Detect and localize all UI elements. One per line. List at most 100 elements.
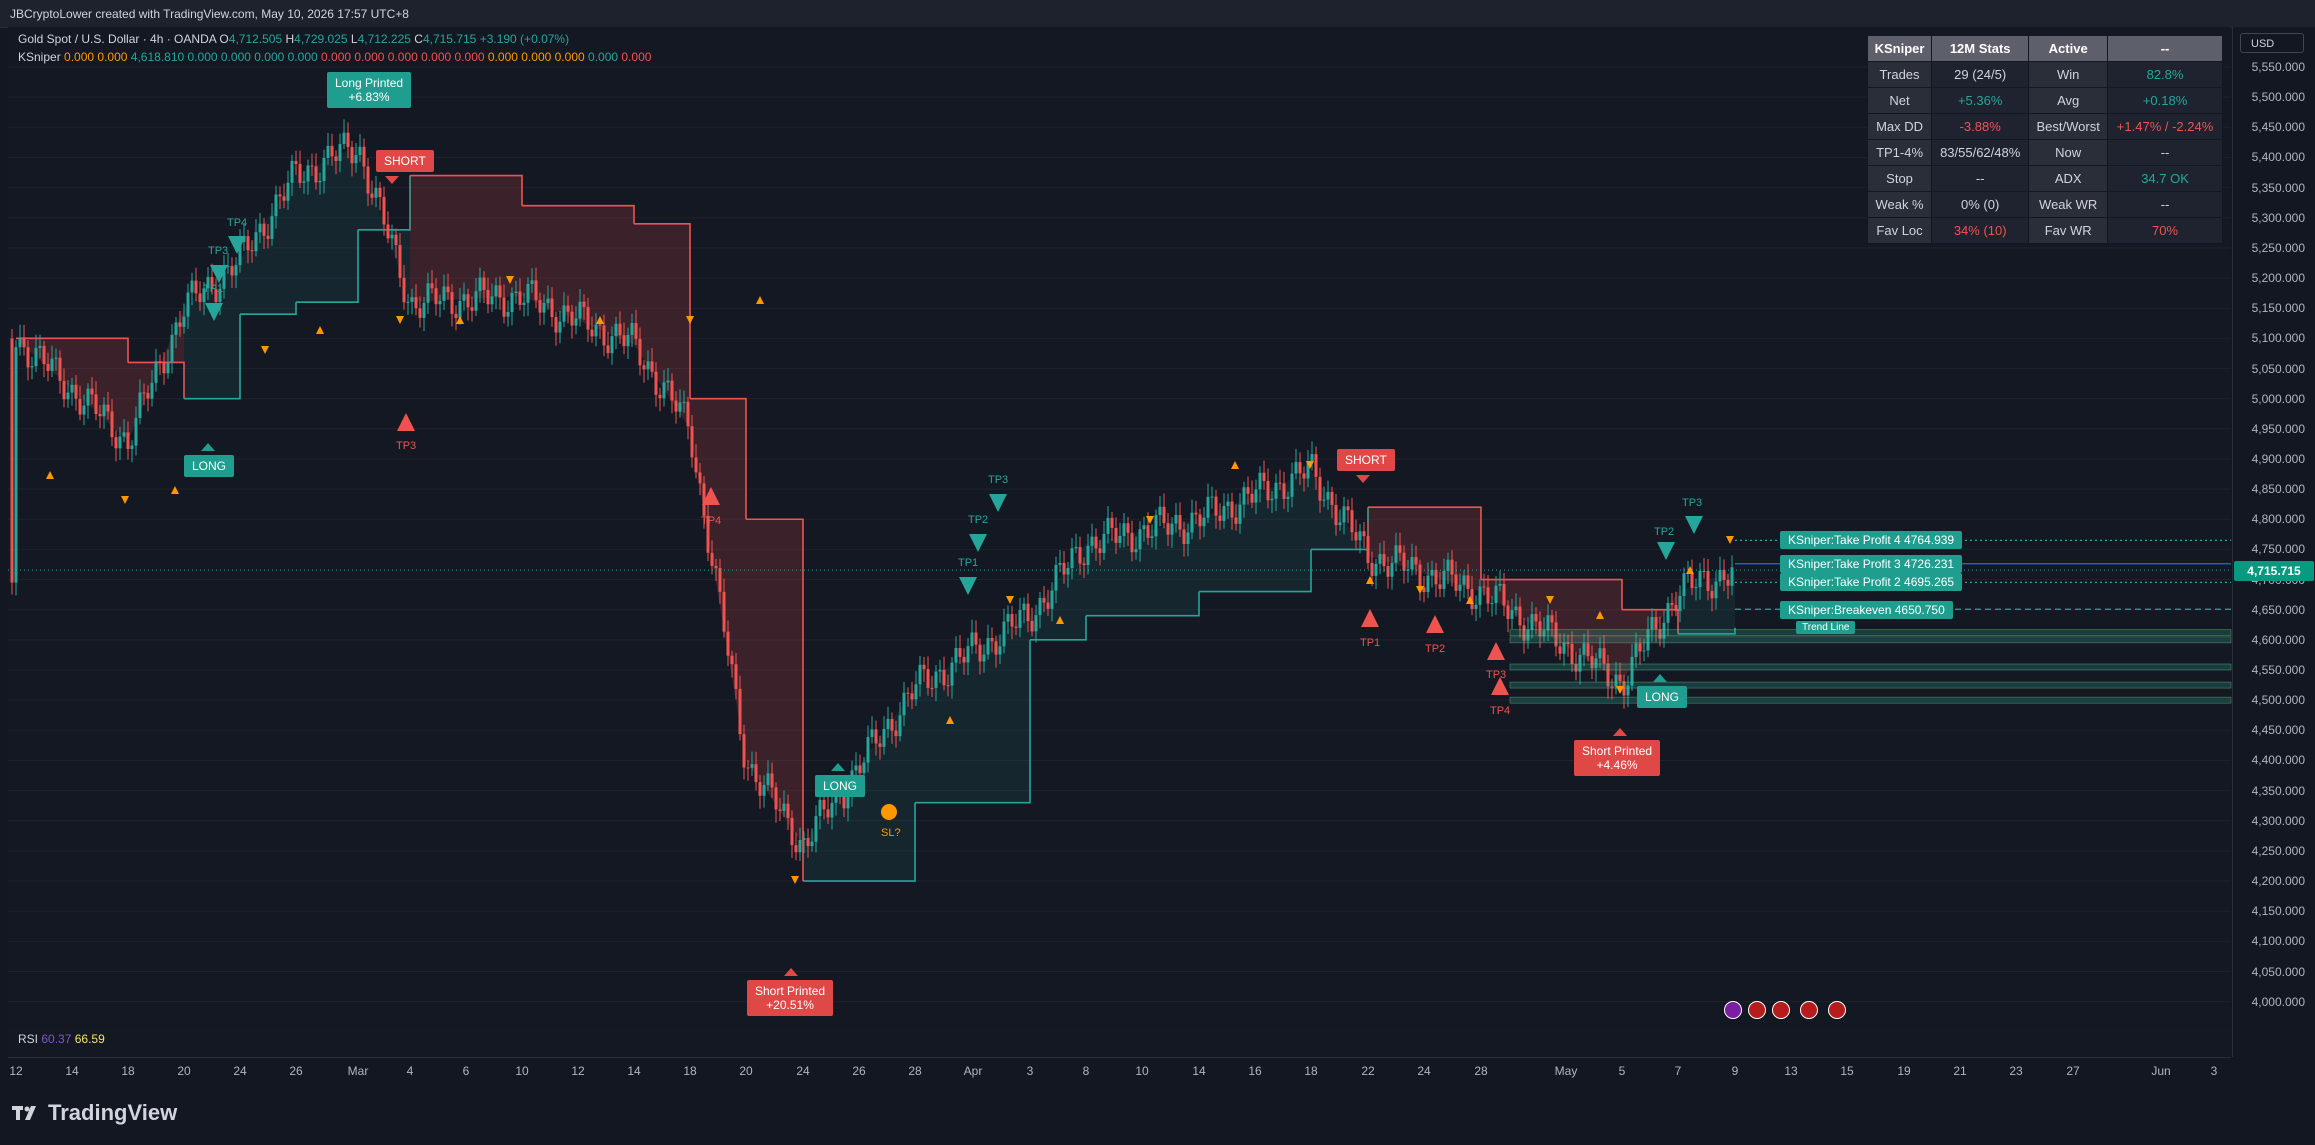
ohlc-value: 4,712.505 [228, 32, 283, 46]
candle-body [26, 347, 30, 368]
candle-body [494, 285, 498, 297]
candle-body [1514, 606, 1518, 611]
candle-body [1486, 587, 1490, 604]
rsi-label: RSI [18, 1032, 39, 1046]
candle-body [966, 646, 970, 663]
candle-body [50, 358, 54, 371]
candle-body [450, 292, 454, 314]
candle-body [142, 392, 146, 394]
candle-body [422, 302, 426, 318]
candle-body [1262, 472, 1266, 482]
candle-body [1174, 515, 1178, 524]
stats-cell: 83/55/62/48% [1931, 139, 2030, 166]
time-tick: 12 [571, 1064, 585, 1078]
stats-row: Weak % 0% (0) Weak WR -- [1866, 191, 2223, 218]
candle-body [1394, 545, 1398, 563]
candle-body [982, 654, 986, 662]
candle-body [1558, 646, 1562, 654]
us-flag-event-icon[interactable] [1828, 1001, 1846, 1019]
stats-cell: -- [2107, 191, 2223, 218]
candle-body [318, 181, 322, 183]
stats-cell: Trades [1866, 61, 1933, 88]
candle-body [1286, 496, 1290, 499]
price-tick: 5,350.000 [2251, 180, 2305, 195]
candle-body [1454, 574, 1458, 591]
candle-body [1062, 562, 1066, 575]
candle-body [830, 802, 834, 818]
candle-body [390, 234, 394, 239]
candle-body [1302, 473, 1306, 479]
price-tick: 4,800.000 [2251, 512, 2305, 527]
candle-body [1674, 604, 1678, 612]
candle-body [886, 718, 890, 729]
symbol-legend[interactable]: Gold Spot / U.S. Dollar · 4h · OANDA O4,… [18, 32, 569, 46]
candle-body [386, 224, 390, 239]
candle-body [90, 388, 94, 395]
candle-body [342, 132, 346, 145]
candle-body [1070, 548, 1074, 569]
tradingview-logo[interactable]: TradingView [12, 1100, 177, 1126]
time-tick: 23 [2009, 1064, 2023, 1078]
candle-body [646, 361, 650, 370]
candle-body [1442, 570, 1446, 589]
candle-body [878, 743, 882, 747]
candle-body [1694, 587, 1698, 589]
lightning-event-icon[interactable] [1724, 1001, 1742, 1019]
us-flag-event-icon[interactable] [1800, 1001, 1818, 1019]
time-tick: 12 [9, 1064, 23, 1078]
time-tick: 18 [121, 1064, 135, 1078]
candle-body [926, 669, 930, 688]
candle-body [1370, 562, 1374, 576]
candle-body [1386, 566, 1390, 577]
candle-body [1082, 563, 1086, 566]
candle-body [810, 841, 814, 847]
candle-body [506, 312, 510, 317]
support-zone [1509, 636, 2232, 644]
stats-row: Fav Loc 34% (10) Fav WR 70% [1866, 217, 2223, 244]
candle-body [914, 684, 918, 700]
stats-cell: 34% (10) [1931, 217, 2030, 244]
signal-dot-marker [316, 326, 324, 334]
candle-body [1402, 552, 1406, 571]
candle-body [278, 194, 282, 197]
candle-body [502, 297, 506, 317]
rsi-legend[interactable]: RSI 60.37 66.59 [18, 1032, 105, 1046]
candle-body [726, 631, 730, 656]
candle-body [1166, 523, 1170, 535]
candle-body [546, 298, 550, 304]
price-tick: 5,100.000 [2251, 331, 2305, 346]
tp2-label-apr: TP2 [968, 514, 989, 526]
tradingview-logo-icon [12, 1106, 36, 1120]
candle-body [1066, 568, 1070, 575]
candle-body [466, 294, 470, 308]
price-tick: 4,400.000 [2251, 753, 2305, 768]
candle-body [786, 803, 790, 818]
candle-body [1446, 559, 1450, 571]
candle-body [806, 838, 810, 847]
signal-dot-marker [791, 876, 799, 884]
candle-body [378, 187, 382, 197]
us-flag-event-icon[interactable] [1748, 1001, 1766, 1019]
candle-body [842, 796, 846, 809]
currency-button[interactable]: USD [2240, 33, 2304, 53]
candle-body [658, 394, 662, 399]
candle-body [770, 773, 774, 788]
candle-body [562, 305, 566, 322]
tp3-label-may: TP3 [1682, 497, 1703, 509]
candle-body [798, 839, 802, 853]
indicator-legend[interactable]: KSniper 0.000 0.000 4,618.810 0.000 0.00… [18, 50, 651, 64]
time-tick: 24 [796, 1064, 810, 1078]
us-flag-event-icon[interactable] [1772, 1001, 1790, 1019]
stats-row: Net +5.36% Avg +0.18% [1866, 87, 2223, 114]
candle-body [1434, 570, 1438, 585]
ohlc-value: 4,729.025 [294, 32, 348, 46]
candle-body [270, 216, 274, 239]
candle-body [126, 432, 130, 449]
time-tick: 24 [233, 1064, 247, 1078]
tp1-label-apr: TP1 [958, 557, 979, 569]
candle-body [1654, 617, 1658, 630]
candle-body [902, 692, 906, 716]
candle-body [1202, 517, 1206, 527]
candle-body [1618, 674, 1622, 682]
price-tick: 4,750.000 [2251, 542, 2305, 557]
